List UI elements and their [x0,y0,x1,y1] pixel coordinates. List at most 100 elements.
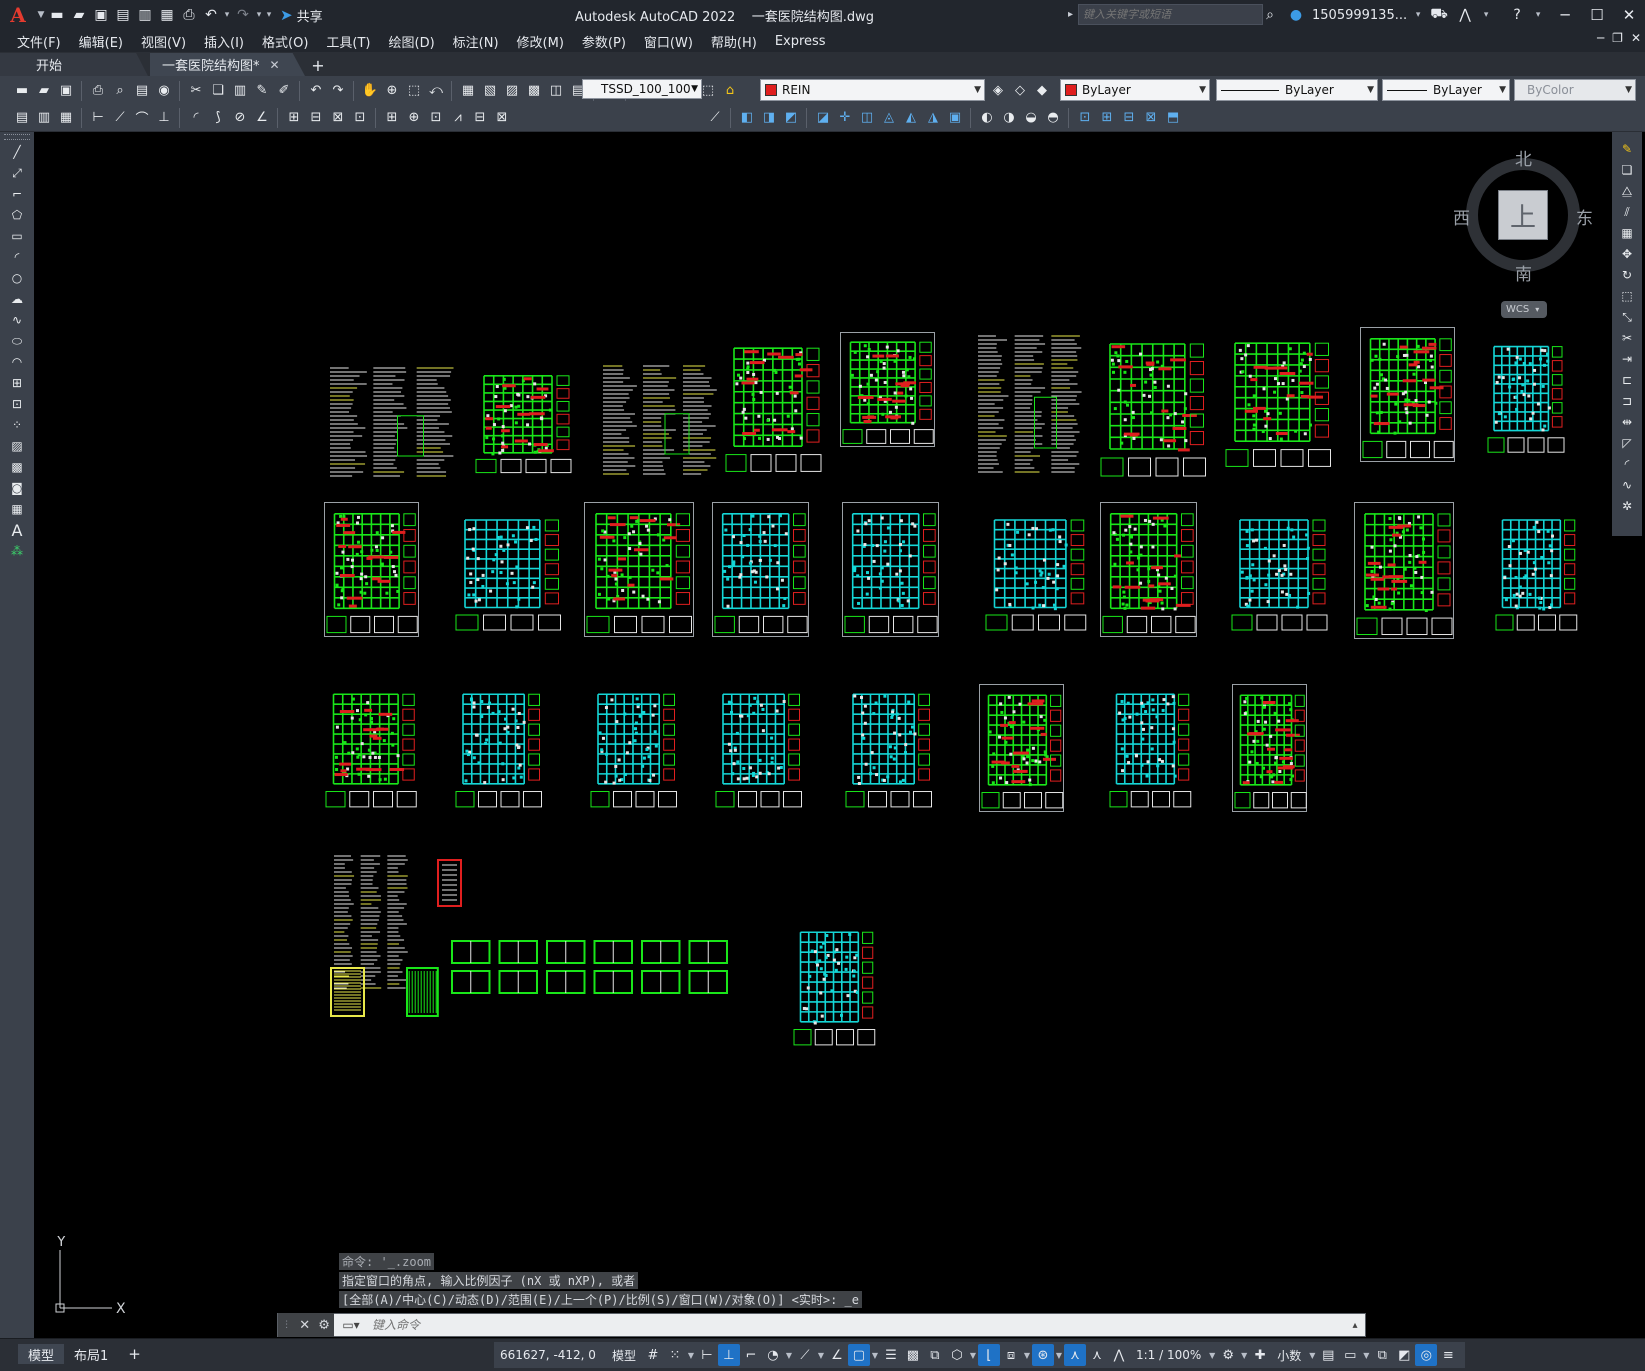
drawing-sheet[interactable] [1232,684,1307,812]
lineweight-icon[interactable]: ☰ [880,1344,902,1366]
menu-format[interactable]: 格式(O) [253,30,317,52]
menu-modify[interactable]: 修改(M) [508,30,573,52]
new-icon[interactable]: ▬ [12,81,32,101]
properties-icon[interactable]: ▦ [458,81,478,101]
copy-icon[interactable]: ❏ [1616,160,1638,180]
menu-draw[interactable]: 绘图(D) [380,30,444,52]
drawing-sheet[interactable] [979,684,1064,812]
ellipse-arc-icon[interactable]: ◠ [6,352,28,372]
help-dropdown-icon[interactable]: ▾ [1533,10,1543,20]
viewcube-top-face[interactable]: 上 [1498,190,1548,240]
drawing-canvas[interactable] [34,132,1610,1338]
join-icon[interactable]: ⇹ [1616,412,1638,432]
polyline-icon[interactable]: ⌐ [6,184,28,204]
explode-icon[interactable]: ✲ [1616,496,1638,516]
draworder-front-icon[interactable]: ◧ [737,108,757,128]
command-grip-icon[interactable]: ⋮ [282,1320,291,1330]
make-block-icon[interactable]: ⊡ [6,394,28,414]
erase-icon[interactable]: ✎ [1616,139,1638,159]
chevron-down-icon[interactable]: ▼ [870,1351,880,1360]
quick-dim-icon[interactable]: ⊞ [284,108,304,128]
layer-dropdown[interactable]: REIN ▼ [760,79,985,101]
undo-icon[interactable]: ↶ [200,3,222,27]
drawing-sheet[interactable] [844,684,934,812]
hatch-icon[interactable]: ▨ [6,436,28,456]
user-dropdown-icon[interactable]: ▾ [1413,10,1423,20]
linear-dim-icon[interactable]: ⊢ [88,108,108,128]
tool-palettes-icon[interactable]: ▨ [502,81,522,101]
tab-drawing[interactable]: 一套医院结构图* ✕ [150,53,305,76]
menu-express[interactable]: Express [766,30,835,52]
layer-unlock-icon[interactable]: ⌂ [720,81,740,101]
solid-edit-icon[interactable]: ◬ [879,108,899,128]
table-icon[interactable]: ▥ [34,108,54,128]
share-button[interactable]: ➤ 共享 [274,6,329,25]
inspect-icon[interactable]: ⊡ [426,108,446,128]
user-icon[interactable]: ● [1286,5,1306,25]
jogged-linear-icon[interactable]: ⩘ [448,108,468,128]
customization-icon[interactable]: ≡ [1437,1344,1459,1366]
search-expand-icon[interactable]: ▸ [1068,9,1073,20]
drawing-sheet[interactable] [724,337,824,477]
customize-qat-icon[interactable]: ▾ [264,10,274,20]
draworder-above-icon[interactable]: ◩ [781,108,801,128]
scale-list-icon[interactable]: ✛ [835,108,855,128]
drawing-minimize-icon[interactable]: ─ [1597,31,1604,45]
annotation-scale-icon[interactable]: ⋀ [1108,1344,1130,1366]
chevron-down-icon[interactable]: ▼ [816,1351,826,1360]
drawing-sheet[interactable] [599,362,719,477]
toolbar-grip[interactable] [4,134,30,140]
grid-icon[interactable]: # [642,1344,664,1366]
drawing-restore-icon[interactable]: ❐ [1612,31,1623,45]
zoom-previous-icon[interactable]: ⤺ [426,81,446,101]
drawing-sheet[interactable] [714,684,804,812]
drawing-sheet[interactable] [1230,510,1330,635]
ellipse-icon[interactable]: ⬭ [6,331,28,351]
search-icon[interactable]: ⌕ [1260,5,1280,25]
search-input[interactable] [1078,4,1264,25]
drawing-sheet[interactable] [330,967,440,1017]
design-center-icon[interactable]: ▧ [480,81,500,101]
dim-style-dropdown[interactable]: TSSD_100_100 ▼ [582,79,702,99]
rotate-icon[interactable]: ↻ [1616,265,1638,285]
annotation-monitor-icon[interactable]: ✚ [1249,1344,1271,1366]
drawing-sheet[interactable] [584,502,694,637]
chevron-down-icon[interactable]: ▼ [968,1351,978,1360]
chevron-down-icon[interactable]: ▼ [1054,1351,1064,1360]
blend-curves-icon[interactable]: ∿ [1616,475,1638,495]
drawing-sheet[interactable] [454,684,544,812]
drawing-sheet[interactable] [1100,502,1197,637]
move-icon[interactable]: ✥ [1616,244,1638,264]
drawing-sheet[interactable] [1494,510,1579,635]
chevron-down-icon[interactable]: ▼ [686,1351,696,1360]
add-selected-icon[interactable]: ⁂ [6,541,28,561]
open-icon[interactable]: ▰ [68,3,90,27]
linetype-dropdown[interactable]: ByLayer ▼ [1216,79,1378,101]
object-snap-tracking-icon[interactable]: ∠ [826,1344,848,1366]
chevron-down-icon[interactable]: ▼ [1239,1351,1249,1360]
wipeout-icon[interactable]: ◭ [901,108,921,128]
new-icon[interactable]: ▬ [46,3,68,27]
menu-window[interactable]: 窗口(W) [635,30,702,52]
chevron-down-icon[interactable]: ▼ [1361,1351,1371,1360]
layer-iso-icon[interactable]: ▦ [56,108,76,128]
selection-filter-icon[interactable]: ⧈ [1000,1344,1022,1366]
saveas-icon[interactable]: ▤ [112,3,134,27]
rectangle-icon[interactable]: ▭ [6,226,28,246]
radius-dim-icon[interactable]: ◜ [186,108,206,128]
chevron-down-icon[interactable]: ▼ [1307,1351,1317,1360]
continue-dim-icon[interactable]: ⊠ [328,108,348,128]
add-layout-icon[interactable]: + [118,1345,151,1363]
match-properties-icon[interactable]: ✎ [252,81,272,101]
command-prompt-icon[interactable]: ▭▾ [334,1314,368,1336]
drawing-sheet[interactable] [474,367,574,477]
dim-space-icon[interactable]: ⊡ [350,108,370,128]
save-icon[interactable]: ▣ [90,3,112,27]
undo-dropdown-icon[interactable]: ▾ [222,10,232,20]
annotation-scale-value[interactable]: 1:1 / 100% [1136,1348,1201,1362]
dynamic-ucs-icon[interactable]: ⌊ [977,1344,1000,1366]
drawing-sheet[interactable] [792,922,877,1050]
drawing-sheet[interactable] [589,684,679,812]
paste-icon[interactable]: ▥ [230,81,250,101]
units-value[interactable]: 小数 [1277,1347,1301,1364]
